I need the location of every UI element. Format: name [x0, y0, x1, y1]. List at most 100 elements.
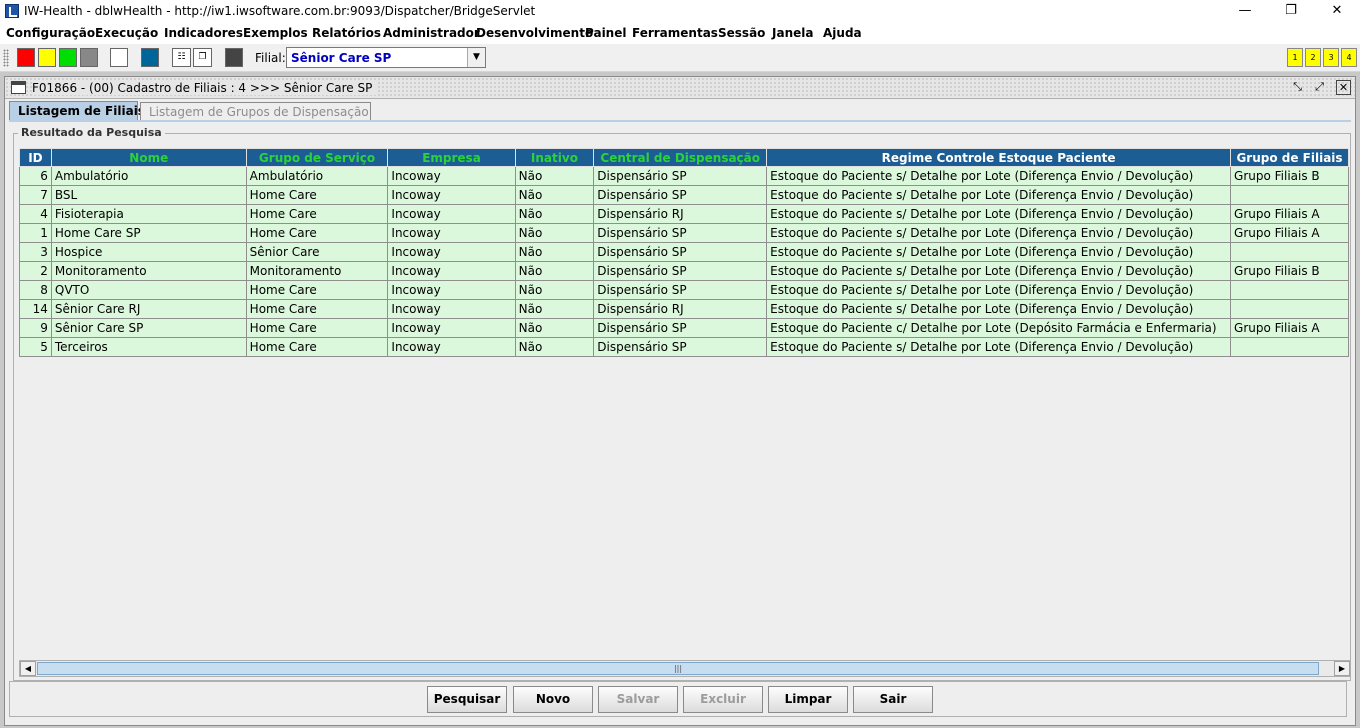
menu-bar: Configuração Execução Indicadores Exempl… — [0, 24, 1360, 44]
cell-nome: Hospice — [50, 242, 247, 262]
col-header-id[interactable]: ID — [19, 148, 52, 167]
table-row[interactable]: 5 Terceiros Home Care Incoway Não Dispen… — [19, 337, 1349, 357]
cell-grupo-filiais — [1230, 242, 1349, 262]
color-blue-button[interactable] — [141, 48, 159, 67]
table-row[interactable]: 7 BSL Home Care Incoway Não Dispensário … — [19, 185, 1349, 205]
tab-underline — [9, 120, 1351, 122]
menu-painel[interactable]: Painel — [585, 26, 626, 40]
horizontal-scrollbar[interactable]: ◀ ||| ▶ — [19, 660, 1351, 677]
close-button[interactable]: ✕ — [1314, 0, 1360, 24]
filial-label: Filial: — [255, 51, 286, 65]
color-red-button[interactable] — [17, 48, 35, 67]
col-header-inativo[interactable]: Inativo — [514, 148, 595, 167]
cell-inativo: Não — [514, 318, 595, 338]
col-header-nome[interactable]: Nome — [50, 148, 247, 167]
cell-grupo-filiais: Grupo Filiais A — [1230, 318, 1349, 338]
scroll-left-icon[interactable]: ◀ — [20, 661, 36, 676]
results-table: ID Nome Grupo de Serviço Empresa Inativo… — [19, 148, 1349, 357]
color-gray-button[interactable] — [80, 48, 98, 67]
scroll-right-icon[interactable]: ▶ — [1334, 661, 1350, 676]
menu-ajuda[interactable]: Ajuda — [823, 26, 862, 40]
cell-id: 9 — [19, 318, 52, 338]
quick-button-3[interactable]: 3 — [1323, 48, 1339, 67]
cell-regime: Estoque do Paciente s/ Detalhe por Lote … — [766, 299, 1232, 319]
menu-indicadores[interactable]: Indicadores — [164, 26, 243, 40]
menu-exemplos[interactable]: Exemplos — [243, 26, 308, 40]
menu-janela[interactable]: Janela — [772, 26, 813, 40]
excluir-button[interactable]: Excluir — [683, 686, 763, 713]
table-row[interactable]: 6 Ambulatório Ambulatório Incoway Não Di… — [19, 166, 1349, 186]
cell-grupo-servico: Ambulatório — [245, 166, 389, 186]
cell-inativo: Não — [514, 204, 595, 224]
salvar-button[interactable]: Salvar — [598, 686, 678, 713]
limpar-button[interactable]: Limpar — [768, 686, 848, 713]
cell-grupo-filiais — [1230, 299, 1349, 319]
quick-button-1[interactable]: 1 — [1287, 48, 1303, 67]
cell-id: 14 — [19, 299, 52, 319]
tree-view-icon[interactable]: ☷ — [172, 48, 191, 67]
novo-button[interactable]: Novo — [513, 686, 593, 713]
table-row[interactable]: 14 Sênior Care RJ Home Care Incoway Não … — [19, 299, 1349, 319]
cell-grupo-servico: Home Care — [245, 299, 389, 319]
table-row[interactable]: 8 QVTO Home Care Incoway Não Dispensário… — [19, 280, 1349, 300]
menu-ferramentas[interactable]: Ferramentas — [632, 26, 718, 40]
toolbar-grip-icon[interactable] — [3, 49, 9, 67]
cell-regime: Estoque do Paciente s/ Detalhe por Lote … — [766, 185, 1232, 205]
cell-central: Dispensário RJ — [593, 299, 768, 319]
frame-close-icon[interactable]: ✕ — [1336, 80, 1351, 95]
cell-grupo-servico: Home Care — [245, 204, 389, 224]
quick-button-4[interactable]: 4 — [1341, 48, 1357, 67]
frame-titlebar: F01866 - (00) Cadastro de Filiais : 4 >>… — [5, 77, 1355, 99]
col-header-empresa[interactable]: Empresa — [387, 148, 516, 167]
cell-inativo: Não — [514, 280, 595, 300]
cell-grupo-servico: Home Care — [245, 318, 389, 338]
cell-grupo-servico: Home Care — [245, 280, 389, 300]
cell-empresa: Incoway — [387, 261, 516, 281]
color-green-button[interactable] — [59, 48, 77, 67]
cell-nome: Fisioterapia — [50, 204, 247, 224]
cell-id: 1 — [19, 223, 52, 243]
menu-desenvolvimento[interactable]: Desenvolvimento — [476, 26, 593, 40]
filial-select[interactable]: Sênior Care SP ▼ — [286, 47, 486, 68]
color-yellow-button[interactable] — [38, 48, 56, 67]
scrollbar-thumb[interactable]: ||| — [37, 662, 1319, 675]
col-header-grupo-filiais[interactable]: Grupo de Filiais — [1230, 148, 1349, 167]
menu-execucao[interactable]: Execução — [95, 26, 158, 40]
cell-regime: Estoque do Paciente s/ Detalhe por Lote … — [766, 280, 1232, 300]
col-header-grupo-servico[interactable]: Grupo de Serviço — [245, 148, 389, 167]
chevron-down-icon[interactable]: ▼ — [467, 48, 485, 67]
color-dark-button[interactable] — [225, 48, 243, 67]
cell-grupo-servico: Sênior Care — [245, 242, 389, 262]
frame-maximize-icon[interactable]: ⤢ — [1312, 80, 1327, 95]
table-row[interactable]: 1 Home Care SP Home Care Incoway Não Dis… — [19, 223, 1349, 243]
sair-button[interactable]: Sair — [853, 686, 933, 713]
desktop-area: F01866 - (00) Cadastro de Filiais : 4 >>… — [0, 72, 1360, 728]
menu-configuracao[interactable]: Configuração — [6, 26, 95, 40]
pesquisar-button[interactable]: Pesquisar — [427, 686, 507, 713]
minimize-button[interactable]: — — [1222, 0, 1268, 24]
col-header-central-dispensacao[interactable]: Central de Dispensação — [593, 148, 768, 167]
cell-central: Dispensário SP — [593, 185, 768, 205]
tab-listagem-grupos[interactable]: Listagem de Grupos de Dispensação — [140, 102, 371, 122]
color-white-button[interactable] — [110, 48, 128, 67]
cell-regime: Estoque do Paciente s/ Detalhe por Lote … — [766, 242, 1232, 262]
table-row[interactable]: 2 Monitoramento Monitoramento Incoway Nã… — [19, 261, 1349, 281]
windows-icon[interactable]: ❐ — [193, 48, 212, 67]
frame-minimize-icon[interactable]: ⤡ — [1290, 80, 1305, 95]
toolbar: ☷ ❐ Filial: Sênior Care SP ▼ 1 2 3 4 — [0, 44, 1360, 72]
maximize-button[interactable]: ❐ — [1268, 0, 1314, 24]
menu-sessao[interactable]: Sessão — [718, 26, 765, 40]
cell-nome: QVTO — [50, 280, 247, 300]
cell-grupo-filiais — [1230, 280, 1349, 300]
quick-button-2[interactable]: 2 — [1305, 48, 1321, 67]
table-row[interactable]: 4 Fisioterapia Home Care Incoway Não Dis… — [19, 204, 1349, 224]
table-row[interactable]: 9 Sênior Care SP Home Care Incoway Não D… — [19, 318, 1349, 338]
tab-listagem-filiais[interactable]: Listagem de Filiais — [9, 101, 145, 121]
cell-id: 8 — [19, 280, 52, 300]
menu-administrador[interactable]: Administrador — [383, 26, 480, 40]
cell-grupo-filiais: Grupo Filiais A — [1230, 204, 1349, 224]
col-header-regime-controle[interactable]: Regime Controle Estoque Paciente — [766, 148, 1232, 167]
menu-relatorios[interactable]: Relatórios — [312, 26, 381, 40]
table-row[interactable]: 3 Hospice Sênior Care Incoway Não Dispen… — [19, 242, 1349, 262]
button-bar — [9, 681, 1347, 717]
